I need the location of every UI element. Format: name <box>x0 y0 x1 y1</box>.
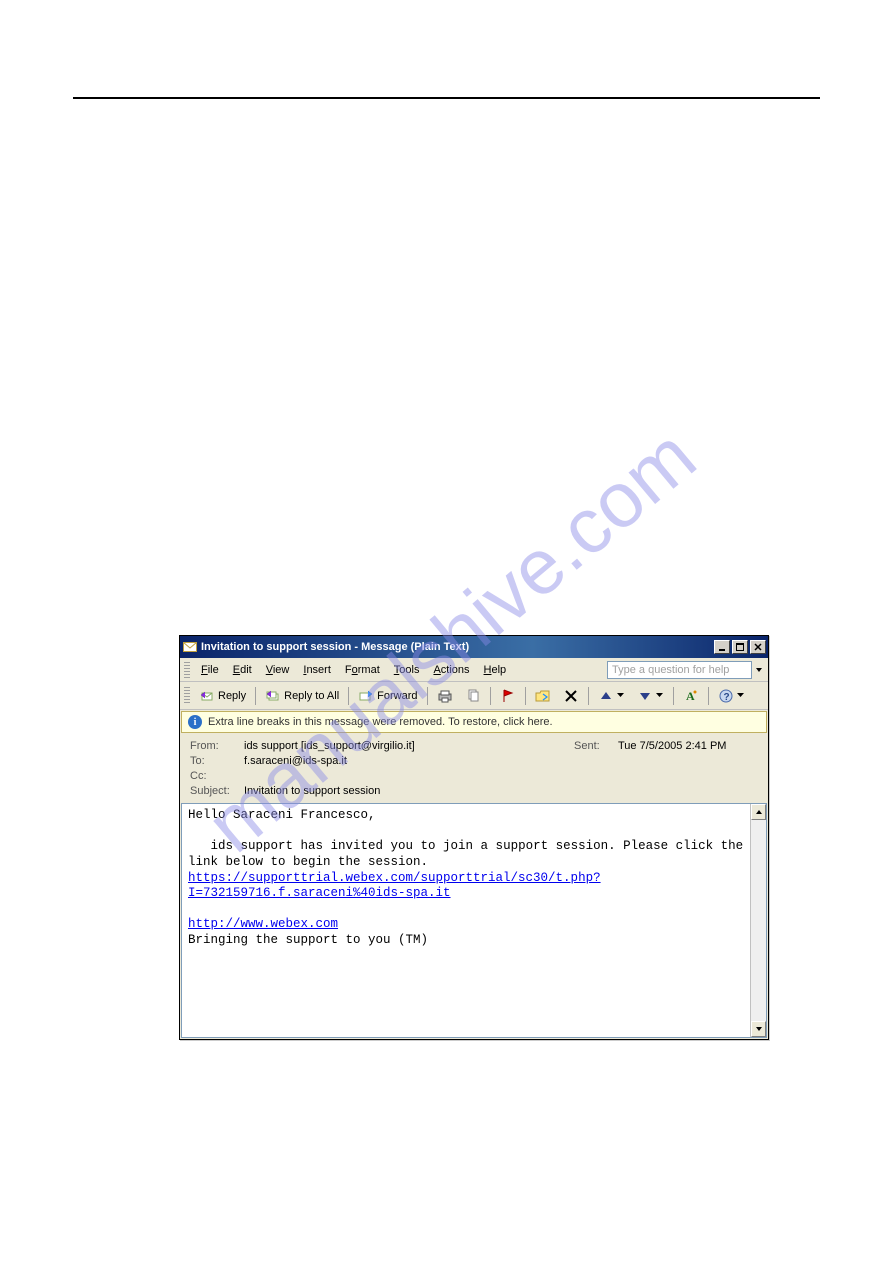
toolbar-separator <box>673 687 674 705</box>
copy-button[interactable] <box>460 685 486 707</box>
page-divider <box>73 97 820 99</box>
delete-x-icon <box>563 688 579 704</box>
from-label: From: <box>190 740 240 752</box>
folder-arrow-icon <box>535 688 551 704</box>
menu-view[interactable]: View <box>259 661 297 679</box>
next-item-button[interactable] <box>632 685 669 707</box>
minimize-button[interactable] <box>714 640 730 654</box>
session-link[interactable]: https://supporttrial.webex.com/supporttr… <box>188 871 601 901</box>
help-button[interactable]: ? <box>713 685 750 707</box>
toolbar-separator <box>490 687 491 705</box>
scroll-down-button[interactable] <box>751 1021 766 1037</box>
cc-value <box>244 770 758 782</box>
close-button[interactable] <box>750 640 766 654</box>
sent-value: Tue 7/5/2005 2:41 PM <box>618 740 758 752</box>
down-arrow-icon <box>637 688 653 704</box>
toolbar-separator <box>348 687 349 705</box>
previous-item-button[interactable] <box>593 685 630 707</box>
menu-insert[interactable]: Insert <box>296 661 338 679</box>
flag-button[interactable] <box>495 685 521 707</box>
toolbar-grip-icon[interactable] <box>184 687 190 705</box>
message-body[interactable]: Hello Saraceni Francesco, ids support ha… <box>182 804 750 1037</box>
help-search-input[interactable]: Type a question for help <box>607 661 752 679</box>
forward-icon <box>358 688 374 704</box>
to-value: f.saraceni@ids-spa.it <box>244 755 758 767</box>
menu-bar: File Edit View Insert Format Tools Actio… <box>180 658 768 682</box>
toolbar-separator <box>525 687 526 705</box>
font-a-icon: A <box>683 688 699 704</box>
menu-tools[interactable]: Tools <box>387 661 427 679</box>
reply-all-button[interactable]: Reply to All <box>260 685 344 707</box>
forward-label: Forward <box>377 690 417 702</box>
message-body-container: Hello Saraceni Francesco, ids support ha… <box>181 803 767 1038</box>
menu-actions[interactable]: Actions <box>426 661 476 679</box>
body-para1: ids support has invited you to join a su… <box>188 839 750 869</box>
svg-text:?: ? <box>723 692 729 703</box>
info-icon: i <box>188 715 202 729</box>
toolbar-separator <box>588 687 589 705</box>
body-tagline: Bringing the support to you (TM) <box>188 933 428 947</box>
move-to-folder-button[interactable] <box>530 685 556 707</box>
subject-label: Subject: <box>190 785 240 797</box>
scroll-track[interactable] <box>751 820 766 1021</box>
email-message-window: Invitation to support session - Message … <box>179 635 769 1040</box>
chevron-down-icon <box>656 693 664 698</box>
up-arrow-icon <box>598 688 614 704</box>
sent-label: Sent: <box>574 740 614 752</box>
printer-icon <box>437 688 453 704</box>
reply-all-icon <box>265 688 281 704</box>
print-button[interactable] <box>432 685 458 707</box>
help-icon: ? <box>718 688 734 704</box>
reply-button[interactable]: Reply <box>194 685 251 707</box>
vertical-scrollbar[interactable] <box>750 804 766 1037</box>
copy-icon <box>465 688 481 704</box>
toolbar-separator <box>255 687 256 705</box>
forward-button[interactable]: Forward <box>353 685 422 707</box>
cc-label: Cc: <box>190 770 240 782</box>
envelope-icon <box>183 640 197 654</box>
toolbar-separator <box>708 687 709 705</box>
menu-help[interactable]: Help <box>477 661 514 679</box>
chevron-down-icon <box>617 693 625 698</box>
font-button[interactable]: A <box>678 685 704 707</box>
flag-icon <box>500 688 516 704</box>
help-placeholder: Type a question for help <box>612 664 729 676</box>
maximize-button[interactable] <box>732 640 748 654</box>
body-greeting: Hello Saraceni Francesco, <box>188 808 376 822</box>
to-label: To: <box>190 755 240 767</box>
toolbar: Reply Reply to All Forward <box>180 682 768 710</box>
webex-link[interactable]: http://www.webex.com <box>188 917 338 931</box>
chevron-down-icon <box>737 693 745 698</box>
toolbar-separator <box>427 687 428 705</box>
info-text: Extra line breaks in this message were r… <box>208 716 553 728</box>
title-bar[interactable]: Invitation to support session - Message … <box>180 636 768 658</box>
svg-text:A: A <box>686 689 695 703</box>
menu-format[interactable]: Format <box>338 661 387 679</box>
menu-file[interactable]: File <box>194 661 226 679</box>
reply-icon <box>199 688 215 704</box>
reply-all-label: Reply to All <box>284 690 339 702</box>
window-title: Invitation to support session - Message … <box>201 641 712 653</box>
reply-label: Reply <box>218 690 246 702</box>
menubar-grip-icon[interactable] <box>184 662 190 678</box>
help-dropdown-icon[interactable] <box>754 662 764 678</box>
info-bar[interactable]: i Extra line breaks in this message were… <box>181 711 767 733</box>
subject-value: Invitation to support session <box>244 785 758 797</box>
menu-edit[interactable]: Edit <box>226 661 259 679</box>
message-header: From: ids support [ids_support@virgilio.… <box>180 734 768 803</box>
from-value: ids support [ids_support@virgilio.it] <box>244 740 570 752</box>
scroll-up-button[interactable] <box>751 804 766 820</box>
delete-button[interactable] <box>558 685 584 707</box>
